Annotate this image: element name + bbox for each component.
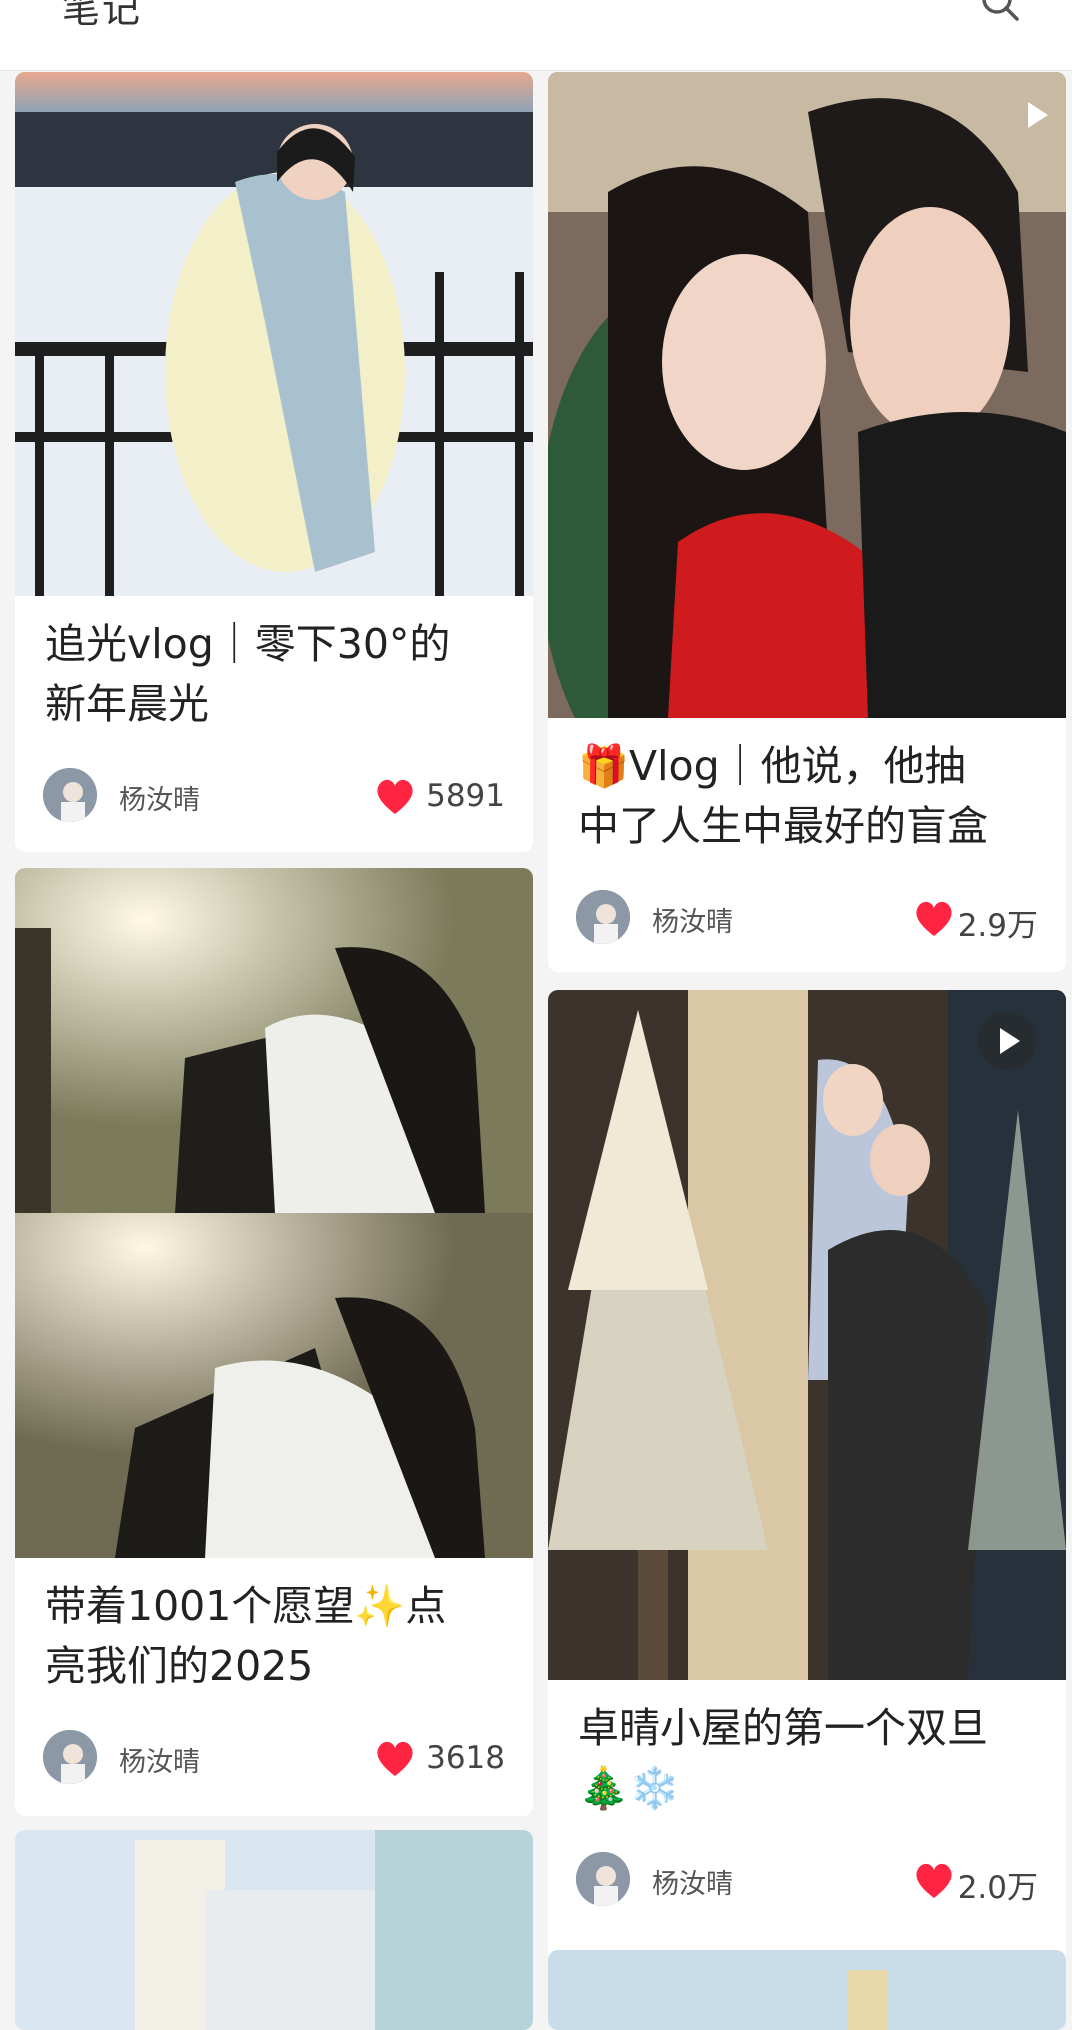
avatar[interactable] [43,1730,97,1784]
note-title-line: 🎄❄️ [578,1764,681,1812]
author-name[interactable]: 杨汝晴 [119,1740,200,1779]
author-name[interactable]: 杨汝晴 [652,900,733,939]
avatar[interactable] [576,890,630,944]
cover-image[interactable] [548,72,1066,718]
note-title-line: 带着1001个愿望✨点 [45,1582,447,1630]
cover-image[interactable] [15,72,533,596]
note-card[interactable] [15,1830,533,2030]
note-card[interactable]: 🎁Vlog｜他说，他抽 中了人生中最好的盲盒 杨汝晴 2.9万 [548,72,1066,972]
note-card[interactable]: 带着1001个愿望✨点 亮我们的2025 杨汝晴 3618 [15,868,533,1816]
note-title-line: 亮我们的2025 [45,1642,314,1690]
like-button[interactable]: 2.9万 [898,896,1038,944]
search-icon[interactable] [980,0,1020,22]
video-play-icon [1006,86,1048,128]
note-title[interactable]: 卓晴小屋的第一个双旦 🎄❄️ [578,1698,1038,1818]
top-bar: 笔记 [0,0,1072,71]
note-title-line: 新年晨光 [45,680,209,728]
note-title-line: 追光vlog｜零下30°的 [45,620,451,668]
cover-image[interactable] [15,1830,533,2030]
note-title[interactable]: 带着1001个愿望✨点 亮我们的2025 [45,1576,505,1696]
like-button[interactable]: 5891 [365,774,505,818]
note-title[interactable]: 🎁Vlog｜他说，他抽 中了人生中最好的盲盒 [578,736,1038,856]
heart-icon [377,779,413,814]
heart-icon [916,1863,952,1898]
like-count: 3618 [426,1740,505,1776]
avatar[interactable] [43,768,97,822]
like-count: 5891 [426,778,505,814]
like-count: 2.0万 [957,1870,1038,1906]
author-name[interactable]: 杨汝晴 [652,1862,733,1901]
cover-image[interactable] [548,990,1066,1680]
note-card[interactable]: 追光vlog｜零下30°的 新年晨光 杨汝晴 5891 [15,72,533,852]
like-button[interactable]: 3618 [365,1736,505,1780]
cover-image[interactable] [15,868,533,1558]
cover-image[interactable] [548,1950,1066,2030]
heart-icon [377,1741,413,1776]
like-button[interactable]: 2.0万 [898,1858,1038,1906]
like-count: 2.9万 [957,908,1038,944]
note-title[interactable]: 追光vlog｜零下30°的 新年晨光 [45,614,505,734]
note-title-line: 卓晴小屋的第一个双旦 [578,1704,988,1752]
video-play-icon [978,1012,1036,1070]
note-card[interactable] [548,1950,1066,2030]
author-name[interactable]: 杨汝晴 [119,778,200,817]
page-title: 笔记 [62,0,143,31]
note-title-line: 🎁Vlog｜他说，他抽 [578,742,966,790]
note-title-line: 中了人生中最好的盲盒 [578,802,988,850]
heart-icon [916,901,952,936]
avatar[interactable] [576,1852,630,1906]
note-card[interactable]: 卓晴小屋的第一个双旦 🎄❄️ 杨汝晴 2.0万 [548,990,1066,1970]
